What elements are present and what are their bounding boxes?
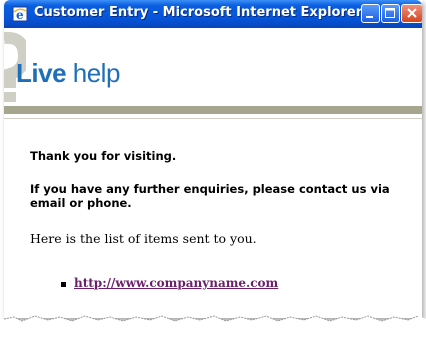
minimize-icon — [366, 16, 373, 18]
enquiry-line-2: email or phone. — [30, 196, 132, 210]
minimize-button[interactable] — [361, 4, 380, 23]
browser-window: e Customer Entry - Microsoft Internet Ex… — [4, 0, 422, 318]
message-content: Thank you for visiting. If you have any … — [4, 119, 422, 318]
window-title: Customer Entry - Microsoft Internet Expl… — [34, 5, 363, 20]
logo-word-help: help — [66, 58, 121, 88]
item-link[interactable]: http://www.companyname.com — [74, 276, 278, 290]
close-icon — [407, 8, 417, 18]
enquiry-line-1: If you have any further enquiries, pleas… — [30, 182, 390, 196]
title-bar[interactable]: e Customer Entry - Microsoft Internet Ex… — [4, 0, 422, 28]
logo-word-live: Live — [16, 58, 67, 88]
enquiry-text: If you have any further enquiries, pleas… — [30, 182, 422, 210]
header-divider-bar — [4, 106, 422, 114]
torn-edge — [0, 315, 426, 337]
close-button[interactable] — [401, 4, 422, 23]
live-help-logo: Live help — [16, 58, 120, 89]
list-bullet — [61, 282, 66, 287]
maximize-button[interactable] — [381, 4, 400, 23]
maximize-icon — [385, 8, 395, 18]
thank-you-text: Thank you for visiting. — [30, 149, 177, 163]
list-intro-text: Here is the list of items sent to you. — [30, 231, 257, 246]
ie-icon[interactable]: e — [12, 6, 28, 22]
